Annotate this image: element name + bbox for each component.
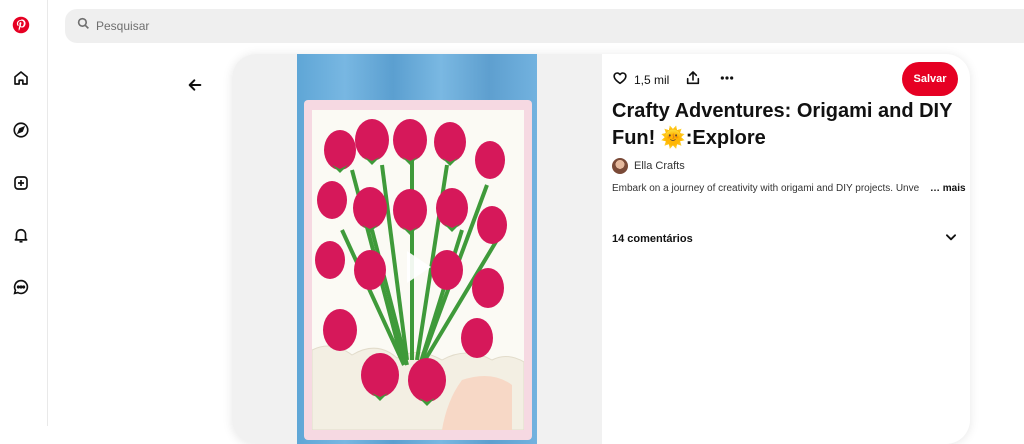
pin-title: Crafty Adventures: Origami and DIY Fun! … — [612, 100, 953, 149]
play-icon[interactable] — [407, 251, 431, 283]
pin-media — [232, 54, 602, 444]
pinterest-logo-icon[interactable] — [8, 12, 34, 38]
pin-description: Embark on a journey of creativity with o… — [612, 183, 920, 194]
search-icon — [77, 17, 90, 35]
avatar[interactable] — [612, 158, 628, 174]
more-link[interactable]: … mais — [930, 183, 966, 194]
pin-card: 1,5 mil Salvar Crafty Adventures: Origam… — [232, 54, 970, 444]
like-button[interactable]: 1,5 mil — [612, 70, 669, 91]
share-icon — [685, 70, 701, 91]
pin-author[interactable]: Ella Crafts — [612, 158, 685, 174]
chevron-down-icon — [944, 230, 958, 249]
chat-icon[interactable] — [8, 274, 34, 300]
video-thumbnail[interactable] — [297, 54, 537, 444]
create-plus-icon[interactable] — [8, 170, 34, 196]
save-button[interactable]: Salvar — [902, 62, 958, 96]
heart-icon — [612, 70, 628, 91]
search-bar[interactable] — [65, 9, 1024, 43]
compass-icon[interactable] — [8, 117, 34, 143]
comments-toggle[interactable]: 14 comentários — [612, 230, 958, 248]
author-name[interactable]: Ella Crafts — [634, 160, 685, 172]
ellipsis-icon — [719, 70, 735, 91]
home-icon[interactable] — [8, 65, 34, 91]
sidebar — [0, 0, 48, 426]
more-options-button[interactable] — [719, 70, 735, 91]
arrow-left-icon — [187, 77, 203, 98]
like-count: 1,5 mil — [634, 73, 670, 87]
pin-actions: 1,5 mil — [612, 70, 735, 90]
bell-icon[interactable] — [8, 222, 34, 248]
back-button[interactable] — [184, 77, 206, 97]
pin-details: 1,5 mil Salvar Crafty Adventures: Origam… — [612, 54, 970, 444]
share-button[interactable] — [685, 70, 701, 91]
comments-count: 14 comentários — [612, 233, 693, 245]
search-input[interactable] — [96, 19, 496, 33]
